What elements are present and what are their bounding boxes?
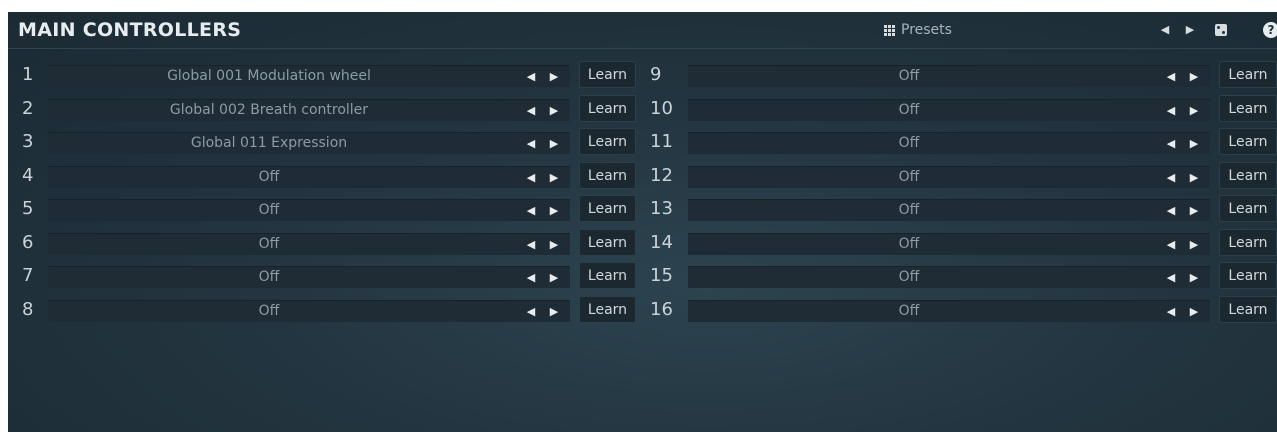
presets-label: Presets <box>901 22 952 38</box>
triangle-left-icon[interactable]: ◀ <box>1164 267 1178 288</box>
controller-assignment-value: Off <box>898 102 920 118</box>
controller-row: 15 Off ◀ ▶ Learn <box>8 262 1277 289</box>
controller-row: 16 Off ◀ ▶ Learn <box>8 296 1277 323</box>
triangle-right-icon[interactable]: ▶ <box>1187 267 1201 288</box>
controller-assignment-field[interactable]: Off ◀ ▶ <box>688 266 1210 288</box>
triangle-left-icon[interactable]: ◀ <box>1164 301 1178 322</box>
triangle-left-icon[interactable]: ◀ <box>1164 200 1178 221</box>
preset-next-button[interactable]: ▶ <box>1182 21 1198 39</box>
learn-button[interactable]: Learn <box>1219 162 1277 189</box>
controller-assignment-value: Off <box>898 269 920 285</box>
main-controllers-panel: MAIN CONTROLLERS Presets ◀ ▶ ? 1 Global 0… <box>8 12 1277 432</box>
learn-button[interactable]: Learn <box>1219 128 1277 155</box>
controller-assignment-field[interactable]: Off ◀ ▶ <box>688 99 1210 121</box>
controller-row: 13 Off ◀ ▶ Learn <box>8 195 1277 222</box>
learn-button[interactable]: Learn <box>1219 195 1277 222</box>
controller-assignment-value: Off <box>898 202 920 218</box>
controller-assignment-field[interactable]: Off ◀ ▶ <box>688 166 1210 188</box>
left-background <box>0 0 8 432</box>
controller-assignment-field[interactable]: Off ◀ ▶ <box>688 65 1210 87</box>
controller-assignment-value: Off <box>898 135 920 151</box>
preset-prev-button[interactable]: ◀ <box>1157 21 1173 39</box>
controller-row: 10 Off ◀ ▶ Learn <box>8 95 1277 122</box>
grid-icon <box>884 24 895 36</box>
controller-number: 15 <box>650 265 673 286</box>
controller-assignment-value: Off <box>898 68 920 84</box>
controller-assignment-value: Off <box>898 236 920 252</box>
controller-number: 13 <box>650 198 673 219</box>
controller-assignment-field[interactable]: Off ◀ ▶ <box>688 233 1210 255</box>
dice-icon[interactable] <box>1215 24 1227 36</box>
triangle-right-icon[interactable]: ▶ <box>1187 66 1201 87</box>
help-label: ? <box>1267 23 1275 37</box>
presets-button[interactable]: Presets <box>884 20 952 40</box>
controller-row: 9 Off ◀ ▶ Learn <box>8 61 1277 88</box>
learn-button[interactable]: Learn <box>1219 61 1277 88</box>
controller-assignment-field[interactable]: Off ◀ ▶ <box>688 132 1210 154</box>
controller-row: 14 Off ◀ ▶ Learn <box>8 229 1277 256</box>
controller-number: 11 <box>650 131 673 152</box>
learn-button[interactable]: Learn <box>1219 262 1277 289</box>
triangle-right-icon[interactable]: ▶ <box>1187 234 1201 255</box>
learn-button[interactable]: Learn <box>1219 296 1277 323</box>
triangle-right-icon: ▶ <box>1185 23 1195 36</box>
controller-assignment-value: Off <box>898 303 920 319</box>
triangle-right-icon[interactable]: ▶ <box>1187 200 1201 221</box>
triangle-left-icon[interactable]: ◀ <box>1164 100 1178 121</box>
controller-number: 10 <box>650 98 673 119</box>
triangle-right-icon[interactable]: ▶ <box>1187 167 1201 188</box>
controller-assignment-field[interactable]: Off ◀ ▶ <box>688 300 1210 322</box>
controller-assignment-value: Off <box>898 169 920 185</box>
controller-row: 12 Off ◀ ▶ Learn <box>8 162 1277 189</box>
triangle-right-icon[interactable]: ▶ <box>1187 133 1201 154</box>
triangle-left-icon: ◀ <box>1160 23 1170 36</box>
learn-button[interactable]: Learn <box>1219 229 1277 256</box>
triangle-left-icon[interactable]: ◀ <box>1164 234 1178 255</box>
triangle-left-icon[interactable]: ◀ <box>1164 167 1178 188</box>
learn-button[interactable]: Learn <box>1219 95 1277 122</box>
triangle-right-icon[interactable]: ▶ <box>1187 100 1201 121</box>
triangle-right-icon[interactable]: ▶ <box>1187 301 1201 322</box>
controller-assignment-field[interactable]: Off ◀ ▶ <box>688 199 1210 221</box>
panel-header: MAIN CONTROLLERS Presets ◀ ▶ ? <box>8 12 1277 49</box>
triangle-left-icon[interactable]: ◀ <box>1164 133 1178 154</box>
controller-number: 16 <box>650 299 673 320</box>
panel-title: MAIN CONTROLLERS <box>18 19 242 41</box>
help-icon[interactable]: ? <box>1263 22 1277 38</box>
controller-number: 14 <box>650 232 673 253</box>
top-background <box>0 0 1277 12</box>
controller-number: 12 <box>650 165 673 186</box>
controller-row: 11 Off ◀ ▶ Learn <box>8 128 1277 155</box>
triangle-left-icon[interactable]: ◀ <box>1164 66 1178 87</box>
controller-number: 9 <box>650 64 662 85</box>
